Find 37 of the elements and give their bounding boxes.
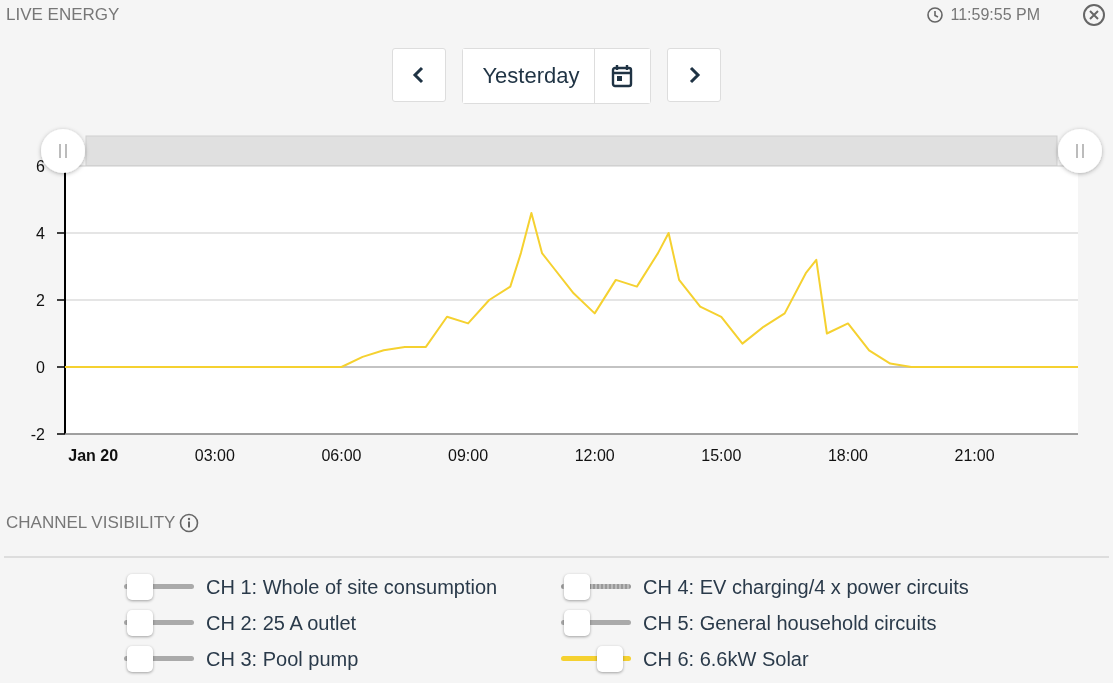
channel-label: CH 4: EV charging/4 x power circuits (643, 575, 969, 599)
toggle-switch[interactable] (561, 646, 631, 672)
close-icon[interactable] (1082, 3, 1106, 27)
y-tick-label: 4 (36, 225, 45, 242)
channel-label: CH 6: 6.6kW Solar (643, 647, 809, 671)
calendar-button[interactable] (593, 49, 650, 103)
clock-icon (926, 6, 945, 24)
toggle-switch[interactable] (124, 574, 194, 600)
channel-label: CH 5: General household circuits (643, 611, 937, 635)
calendar-icon (611, 64, 633, 88)
channel-label: CH 3: Pool pump (206, 647, 359, 671)
range-handle[interactable] (1058, 129, 1102, 173)
toggle-switch[interactable] (561, 574, 631, 600)
y-tick-label: 6 (36, 158, 45, 175)
time-text: 11:59:55 PM (950, 6, 1040, 24)
channel-label: CH 2: 25 A outlet (206, 611, 357, 635)
toggle-switch[interactable] (124, 610, 194, 636)
x-tick-label: Jan 20 (68, 447, 119, 464)
x-tick-label: 18:00 (827, 447, 868, 464)
x-tick-label: 03:00 (194, 447, 235, 464)
toggle-switch[interactable] (561, 610, 631, 636)
x-tick-label: 12:00 (574, 447, 615, 464)
range-navigator-bar[interactable] (85, 135, 1058, 167)
section-title: CHANNEL VISIBILITY (6, 513, 176, 533)
channel-label: CH 1: Whole of site consumption (206, 575, 498, 599)
next-button[interactable] (666, 48, 721, 102)
info-icon[interactable] (179, 513, 200, 533)
y-tick-label: 2 (36, 292, 45, 309)
toggle-switch[interactable] (124, 646, 194, 672)
previous-button[interactable] (392, 48, 447, 102)
y-tick-label: -2 (30, 426, 45, 443)
panel-title: LIVE ENERGY (6, 5, 120, 25)
x-tick-label: 21:00 (954, 447, 995, 464)
x-tick-label: 15:00 (701, 447, 742, 464)
x-tick-label: 09:00 (448, 447, 489, 464)
x-tick-label: 06:00 (321, 447, 362, 464)
y-tick-label: 0 (36, 359, 45, 376)
